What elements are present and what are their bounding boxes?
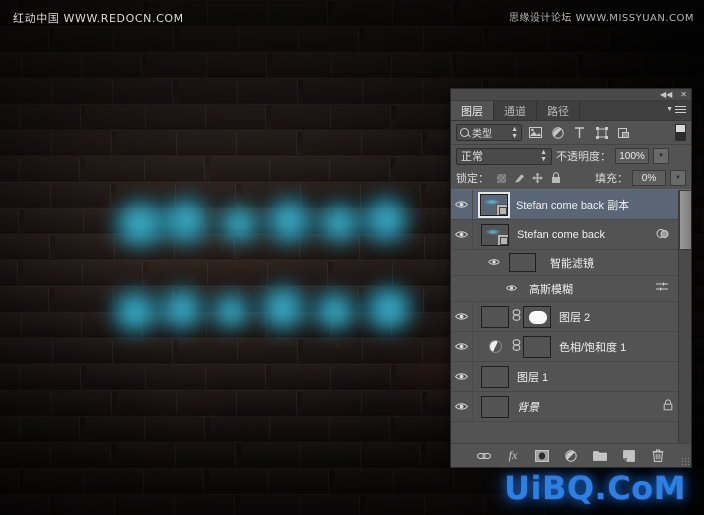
table-row[interactable]: Stefan come back 副本 [451, 190, 691, 220]
tab-layers[interactable]: 图层 [451, 101, 494, 120]
layer-name[interactable]: 色相/饱和度 1 [559, 339, 626, 355]
layer-list[interactable]: Stefan come back 副本 Stefan come back 智能滤… [451, 189, 691, 443]
layer-visibility-toggle[interactable] [451, 392, 473, 421]
watermark-top-left: 红动中国 WWW.REDOCN.COM [13, 12, 184, 25]
layer-list-scrollbar[interactable]: ▲ [678, 190, 691, 443]
layer-visibility-toggle[interactable] [451, 332, 473, 361]
link-icon[interactable] [511, 339, 521, 354]
chevron-updown-icon[interactable]: ▲ ▼ [511, 126, 518, 140]
layer-mask-thumbnail[interactable] [523, 305, 551, 328]
fill-value[interactable]: 0% [632, 170, 666, 186]
smart-filter-name[interactable]: 高斯模糊 [529, 281, 573, 297]
lock-all-icon [663, 399, 673, 414]
list-item[interactable]: 智能滤镜 [451, 250, 691, 276]
gaussian-blur-visibility-toggle[interactable] [473, 284, 523, 293]
layers-panel-footer[interactable]: fx [451, 443, 691, 467]
list-item[interactable]: 高斯模糊 [451, 276, 691, 302]
tab-channels[interactable]: 通道 [494, 101, 537, 120]
layer-style-fx-button[interactable]: fx [505, 448, 521, 464]
pixel-layer-filter-icon[interactable] [527, 124, 544, 141]
layer-mask-thumbnail[interactable] [523, 335, 551, 358]
layer-thumbnail[interactable] [481, 223, 509, 246]
type-filter-icon[interactable] [571, 124, 588, 141]
smart-filter-group-name[interactable]: 智能滤镜 [550, 255, 594, 271]
watermark-bottom-right: UiBQ.CoM [503, 469, 686, 507]
add-layer-mask-button[interactable] [534, 448, 550, 464]
layer-name[interactable]: Stefan come back [517, 229, 605, 241]
layer-name[interactable]: Stefan come back 副本 [516, 197, 629, 213]
filter-enable-toggle[interactable] [675, 124, 686, 141]
lock-row[interactable]: 锁定： 填充： 0% ▼ [451, 167, 691, 189]
opacity-value[interactable]: 100% [615, 148, 649, 164]
table-row[interactable]: 色相/饱和度 1 [451, 332, 691, 362]
layer-name[interactable]: 图层 1 [517, 369, 548, 385]
fill-label: 填充： [595, 173, 628, 185]
filter-kind-value: 类型 [472, 129, 492, 140]
smart-object-filter-icon[interactable] [615, 124, 632, 141]
new-group-button[interactable] [592, 448, 608, 464]
layer-name[interactable]: 图层 2 [559, 309, 590, 325]
smart-filter-badge-icon [656, 228, 669, 242]
lock-label: 锁定： [456, 173, 489, 185]
smart-filter-mask-thumbnail[interactable] [509, 253, 536, 272]
blend-mode-select[interactable]: 正常 ▲ ▼ [456, 147, 552, 165]
blend-mode-row[interactable]: 正常 ▲ ▼ 不透明度： 100% ▼ [451, 145, 691, 167]
link-icon[interactable] [511, 309, 521, 324]
panel-tab-bar[interactable]: 图层 通道 路径 ▼ [451, 101, 691, 121]
lock-image-pixels-icon[interactable] [514, 173, 525, 184]
lock-transparent-pixels-icon[interactable] [496, 173, 507, 184]
layers-panel[interactable]: ◀◀ ✕ 图层 通道 路径 ▼ 类型 ▲ ▼ 正常 ▲ ▼ 不透明度： 100%… [450, 88, 692, 468]
adjustment-layer-icon[interactable] [481, 336, 509, 358]
smart-filter-visibility-toggle[interactable] [473, 258, 505, 267]
delete-layer-button[interactable] [650, 448, 666, 464]
opacity-label: 不透明度： [556, 151, 611, 163]
layer-thumbnail[interactable] [478, 191, 510, 218]
layer-thumbnail[interactable] [481, 305, 509, 328]
watermark-top-right: 思缘设计论坛 WWW.MISSYUAN.COM [508, 13, 694, 24]
blend-mode-value: 正常 [461, 151, 483, 163]
new-adjustment-layer-button[interactable] [563, 448, 579, 464]
table-row[interactable]: Stefan come back [451, 220, 691, 250]
new-layer-button[interactable] [621, 448, 637, 464]
filter-settings-icon[interactable] [655, 281, 669, 296]
panel-menu-icon[interactable]: ▼ [666, 104, 686, 115]
lock-all-icon[interactable] [550, 172, 561, 184]
fill-slider-button[interactable]: ▼ [670, 170, 686, 186]
lock-position-icon[interactable] [532, 172, 543, 184]
scrollbar-thumb[interactable] [679, 190, 691, 250]
opacity-slider-button[interactable]: ▼ [653, 148, 669, 164]
table-row[interactable]: 图层 1 [451, 362, 691, 392]
panel-resize-grip[interactable] [681, 457, 689, 465]
table-row[interactable]: 背景 [451, 392, 691, 422]
adjustment-filter-icon[interactable] [549, 124, 566, 141]
tab-paths[interactable]: 路径 [537, 101, 580, 120]
table-row[interactable]: 图层 2 [451, 302, 691, 332]
layer-filter-bar[interactable]: 类型 ▲ ▼ [451, 121, 691, 145]
layer-visibility-toggle[interactable] [451, 302, 473, 331]
link-layers-button[interactable] [476, 448, 492, 464]
smart-object-badge-icon [496, 203, 507, 215]
close-panel-icon[interactable]: ✕ [680, 90, 687, 100]
shape-filter-icon[interactable] [593, 124, 610, 141]
layer-visibility-toggle[interactable] [451, 220, 473, 249]
search-icon [460, 128, 469, 137]
collapse-panel-icon[interactable]: ◀◀ [660, 90, 672, 100]
layer-visibility-toggle[interactable] [451, 362, 473, 391]
chevron-updown-icon[interactable]: ▲ ▼ [540, 149, 547, 163]
panel-title-bar[interactable]: ◀◀ ✕ [451, 89, 691, 101]
layer-name[interactable]: 背景 [517, 399, 539, 415]
layer-visibility-toggle[interactable] [451, 190, 473, 219]
layer-thumbnail[interactable] [481, 365, 509, 388]
smart-object-badge-icon [497, 233, 508, 245]
filter-kind-select[interactable]: 类型 ▲ ▼ [456, 124, 522, 141]
layer-thumbnail[interactable] [481, 395, 509, 418]
